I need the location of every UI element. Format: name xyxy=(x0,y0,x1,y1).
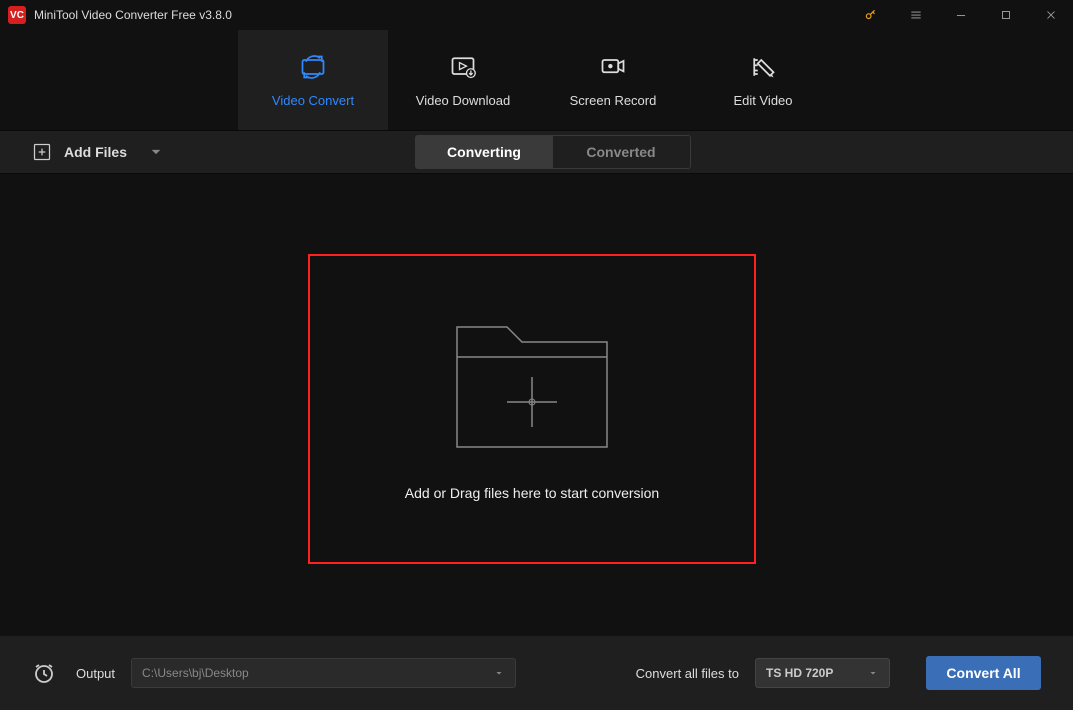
titlebar: VC MiniTool Video Converter Free v3.8.0 xyxy=(0,0,1073,30)
sub-tabs: Converting Converted xyxy=(415,135,691,169)
output-path-value: C:\Users\bj\Desktop xyxy=(142,666,249,680)
tab-label: Video Download xyxy=(416,93,510,108)
tab-label: Edit Video xyxy=(733,93,792,108)
download-icon xyxy=(449,53,477,81)
tab-label: Screen Record xyxy=(570,93,657,108)
maximize-button[interactable] xyxy=(983,0,1028,30)
bottom-bar: Output C:\Users\bj\Desktop Convert all f… xyxy=(0,636,1073,710)
convert-all-button[interactable]: Convert All xyxy=(926,656,1041,690)
sub-tab-converting[interactable]: Converting xyxy=(416,136,553,168)
menu-button[interactable] xyxy=(893,0,938,30)
key-button[interactable] xyxy=(848,0,893,30)
alarm-icon[interactable] xyxy=(32,661,56,685)
convert-all-label: Convert all files to xyxy=(636,666,739,681)
add-file-icon xyxy=(32,142,52,162)
toolbar: Add Files Converting Converted xyxy=(0,130,1073,174)
app-title: MiniTool Video Converter Free v3.8.0 xyxy=(34,8,232,22)
hamburger-icon xyxy=(909,8,923,22)
output-label: Output xyxy=(76,666,115,681)
add-files-label: Add Files xyxy=(64,144,127,160)
add-files-button[interactable]: Add Files xyxy=(32,139,169,165)
minimize-icon xyxy=(954,8,968,22)
chevron-down-icon xyxy=(493,667,505,679)
tab-edit-video[interactable]: Edit Video xyxy=(688,30,838,130)
key-icon xyxy=(864,8,878,22)
main-area: Add or Drag files here to start conversi… xyxy=(0,174,1073,636)
tab-video-download[interactable]: Video Download xyxy=(388,30,538,130)
close-button[interactable] xyxy=(1028,0,1073,30)
folder-plus-icon xyxy=(447,317,617,457)
format-select[interactable]: TS HD 720P xyxy=(755,658,890,688)
maximize-icon xyxy=(999,8,1013,22)
sub-tab-converted[interactable]: Converted xyxy=(553,136,690,168)
titlebar-right xyxy=(848,0,1073,30)
drop-zone[interactable]: Add or Drag files here to start conversi… xyxy=(308,254,756,564)
chevron-down-icon xyxy=(867,667,879,679)
record-icon xyxy=(599,53,627,81)
tab-label: Video Convert xyxy=(272,93,354,108)
close-icon xyxy=(1044,8,1058,22)
chevron-down-icon[interactable] xyxy=(143,139,169,165)
output-path-select[interactable]: C:\Users\bj\Desktop xyxy=(131,658,516,688)
minimize-button[interactable] xyxy=(938,0,983,30)
drop-zone-text: Add or Drag files here to start conversi… xyxy=(405,485,659,501)
convert-icon xyxy=(299,53,327,81)
tab-screen-record[interactable]: Screen Record xyxy=(538,30,688,130)
nav-tabs: Video Convert Video Download Screen Reco… xyxy=(0,30,1073,130)
tab-video-convert[interactable]: Video Convert xyxy=(238,30,388,130)
app-logo: VC xyxy=(8,6,26,24)
format-value: TS HD 720P xyxy=(766,666,833,680)
edit-icon xyxy=(749,53,777,81)
titlebar-left: VC MiniTool Video Converter Free v3.8.0 xyxy=(8,6,232,24)
